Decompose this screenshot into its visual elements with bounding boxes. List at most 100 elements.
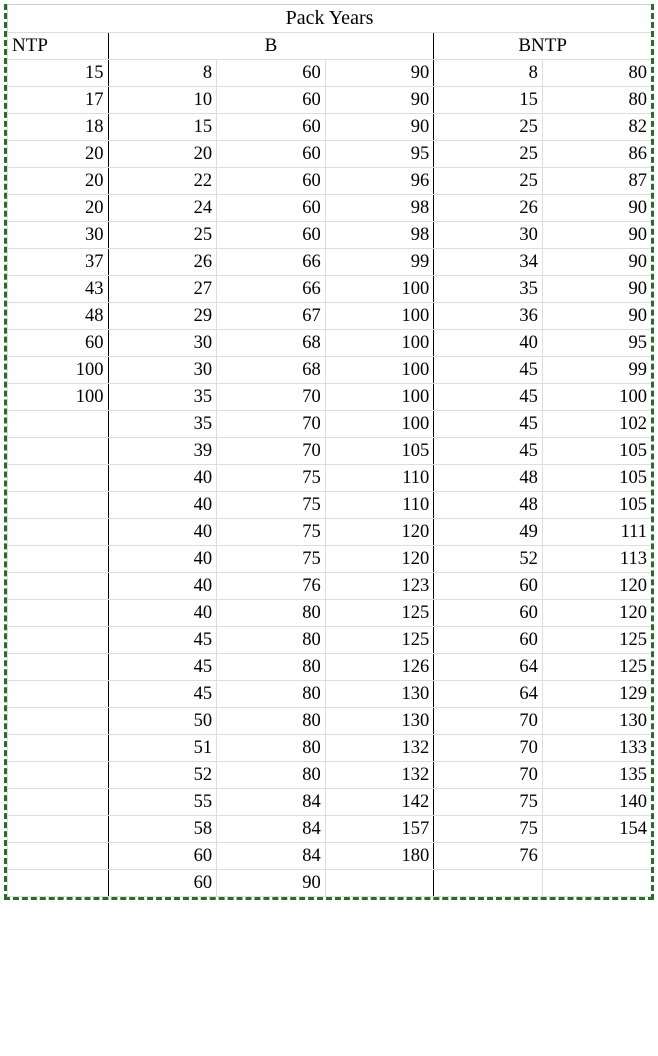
table-cell: 95 [325, 141, 434, 168]
table-row: 372666993490 [8, 249, 652, 276]
table-cell [434, 870, 543, 897]
table-cell: 84 [217, 789, 326, 816]
table-cell [542, 870, 651, 897]
header-ntp: NTP [8, 33, 109, 60]
table-cell: 30 [8, 222, 109, 249]
table-cell: 80 [217, 654, 326, 681]
table-cell: 15 [108, 114, 217, 141]
table-cell: 30 [108, 330, 217, 357]
table-cell: 90 [542, 276, 651, 303]
header-bntp: BNTP [434, 33, 651, 60]
table-cell: 98 [325, 195, 434, 222]
table-cell: 120 [325, 546, 434, 573]
table-cell: 100 [8, 384, 109, 411]
table-cell [8, 789, 109, 816]
table-cell: 75 [217, 519, 326, 546]
table-cell: 70 [217, 384, 326, 411]
table-cell: 70 [217, 438, 326, 465]
table-row: 407511048105 [8, 465, 652, 492]
table-cell: 80 [542, 60, 651, 87]
table-cell: 129 [542, 681, 651, 708]
table-row: 518013270133 [8, 735, 652, 762]
table-cell: 60 [217, 195, 326, 222]
table-cell: 90 [542, 303, 651, 330]
table-cell [8, 411, 109, 438]
table-cell: 22 [108, 168, 217, 195]
table-cell: 20 [108, 141, 217, 168]
table-cell [8, 816, 109, 843]
table-cell: 52 [434, 546, 543, 573]
table-cell [8, 735, 109, 762]
table-cell: 110 [325, 465, 434, 492]
table-cell: 154 [542, 816, 651, 843]
table-cell: 140 [542, 789, 651, 816]
table-cell: 25 [434, 141, 543, 168]
table-cell: 68 [217, 330, 326, 357]
table-row: 181560902582 [8, 114, 652, 141]
table-cell: 20 [8, 168, 109, 195]
table-cell: 25 [434, 114, 543, 141]
table-cell [8, 600, 109, 627]
table-cell: 100 [325, 384, 434, 411]
table-row: 202260962587 [8, 168, 652, 195]
table-cell [8, 627, 109, 654]
table-cell: 80 [217, 627, 326, 654]
table-cell [8, 762, 109, 789]
table-cell: 70 [217, 411, 326, 438]
table-cell: 10 [108, 87, 217, 114]
table-title: Pack Years [7, 4, 651, 32]
table-cell: 48 [8, 303, 109, 330]
table-cell: 60 [434, 627, 543, 654]
table-cell: 40 [108, 519, 217, 546]
table-cell: 75 [217, 492, 326, 519]
table-cell: 60 [217, 87, 326, 114]
table-cell [8, 573, 109, 600]
table-cell: 29 [108, 303, 217, 330]
table-cell: 43 [8, 276, 109, 303]
table-cell: 125 [542, 627, 651, 654]
table-cell [8, 870, 109, 897]
table-cell: 8 [108, 60, 217, 87]
table-cell: 100 [325, 357, 434, 384]
table-cell: 60 [217, 141, 326, 168]
table-cell: 80 [542, 87, 651, 114]
table-row: 558414275140 [8, 789, 652, 816]
table-cell: 60 [217, 60, 326, 87]
table-cell: 60 [108, 870, 217, 897]
table-cell [8, 465, 109, 492]
table-row: 508013070130 [8, 708, 652, 735]
table-cell [8, 519, 109, 546]
table-cell: 60 [108, 843, 217, 870]
table-cell: 84 [217, 816, 326, 843]
table-cell [8, 708, 109, 735]
table-cell: 60 [217, 114, 326, 141]
table-cell: 100 [8, 357, 109, 384]
table-cell: 98 [325, 222, 434, 249]
table-cell: 70 [434, 762, 543, 789]
table-cell: 37 [8, 249, 109, 276]
table-cell: 36 [434, 303, 543, 330]
table-cell: 75 [434, 789, 543, 816]
table-cell: 35 [108, 411, 217, 438]
table-cell: 55 [108, 789, 217, 816]
table-row: 458012560125 [8, 627, 652, 654]
table-cell: 48 [434, 465, 543, 492]
table-cell: 48 [434, 492, 543, 519]
table-row: 397010545105 [8, 438, 652, 465]
table-cell [8, 681, 109, 708]
table-row: 100357010045100 [8, 384, 652, 411]
table-cell: 60 [434, 573, 543, 600]
table-cell: 180 [325, 843, 434, 870]
table-cell: 100 [542, 384, 651, 411]
table-cell: 35 [108, 384, 217, 411]
table-body: 1586090880171060901580181560902582202060… [8, 60, 652, 897]
table-cell: 40 [108, 546, 217, 573]
table-cell: 58 [108, 816, 217, 843]
table-cell: 75 [434, 816, 543, 843]
table-cell: 105 [325, 438, 434, 465]
table-cell: 60 [217, 222, 326, 249]
table-cell: 90 [325, 87, 434, 114]
table-cell: 45 [434, 438, 543, 465]
table-row: 528013270135 [8, 762, 652, 789]
table-cell: 90 [542, 195, 651, 222]
